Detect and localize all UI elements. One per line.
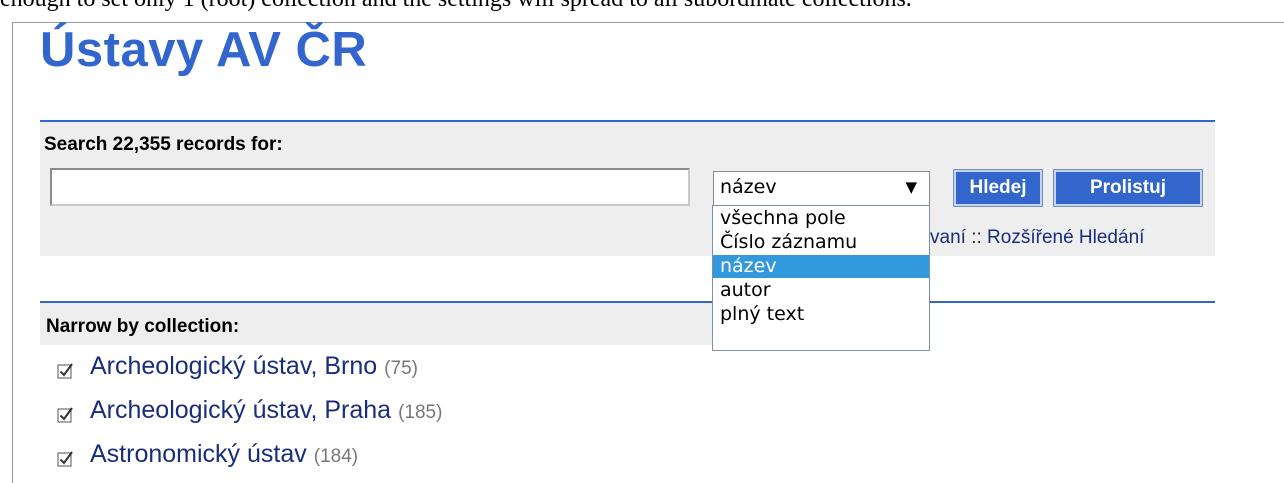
search-input[interactable]	[50, 168, 690, 206]
checkbox-checked-icon[interactable]	[56, 404, 76, 424]
simple-search-link[interactable]: vaní	[930, 227, 966, 248]
browse-button[interactable]: Prolistuj	[1053, 169, 1203, 207]
checkbox-checked-icon[interactable]	[56, 448, 76, 468]
field-select-value: název	[720, 176, 777, 198]
search-heading: Search 22,355 records for:	[44, 134, 283, 155]
dropdown-option-title[interactable]: název	[713, 255, 929, 278]
dropdown-option-author[interactable]: autor	[713, 279, 929, 302]
collection-count: (75)	[384, 358, 418, 379]
collection-item[interactable]: Archeologický ústav, Brno (75)	[56, 352, 418, 381]
collection-name[interactable]: Archeologický ústav, Praha	[90, 396, 391, 425]
dropdown-option-all-fields[interactable]: všechna pole	[713, 207, 929, 230]
checkbox-checked-icon[interactable]	[56, 360, 76, 380]
collections-heading: Narrow by collection:	[40, 303, 712, 345]
dropdown-option-fulltext[interactable]: plný text	[713, 303, 929, 326]
field-select[interactable]: název ▼	[713, 171, 930, 206]
advanced-search-link[interactable]: Rozšířené Hledání	[987, 227, 1144, 248]
page-title: Ústavy AV ČR	[40, 23, 368, 77]
collection-count: (185)	[398, 402, 443, 423]
search-button[interactable]: Hledej	[953, 169, 1043, 207]
search-mode-links: vaní :: Rozšířené Hledání	[930, 227, 1144, 249]
collection-name[interactable]: Astronomický ústav	[90, 440, 307, 469]
dropdown-option-record-number[interactable]: Číslo záznamu	[713, 231, 929, 254]
intro-text: enough to set only 1 (root) collection a…	[0, 0, 912, 13]
links-separator: ::	[965, 227, 988, 248]
collection-item[interactable]: Archeologický ústav, Praha (185)	[56, 396, 442, 425]
triangle-down-icon: ▼	[905, 178, 917, 196]
collection-item[interactable]: Astronomický ústav (184)	[56, 440, 358, 469]
search-panel: Search 22,355 records for: název ▼ Hlede…	[40, 120, 1215, 256]
collection-count: (184)	[313, 446, 359, 467]
collection-name[interactable]: Archeologický ústav, Brno	[90, 352, 377, 381]
field-dropdown-list: všechna pole Číslo záznamu název autor p…	[712, 205, 930, 351]
